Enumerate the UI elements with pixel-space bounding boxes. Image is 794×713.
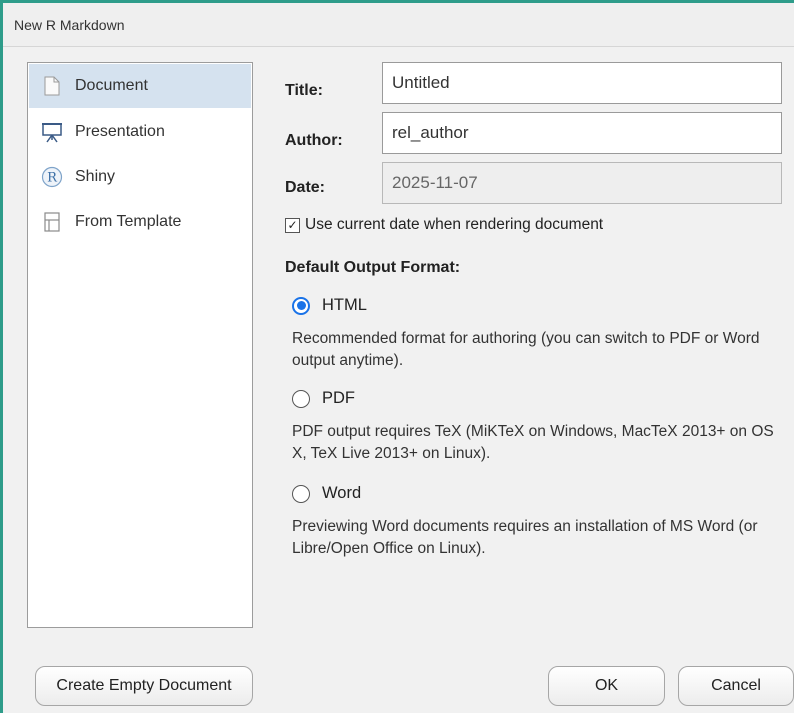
template-icon <box>41 211 63 233</box>
pdf-radio[interactable] <box>292 389 310 408</box>
sidebar-item-label: From Template <box>75 213 182 230</box>
window-title: New R Markdown <box>14 17 125 33</box>
title-field[interactable]: Untitled <box>382 62 782 104</box>
sidebar-item-label: Presentation <box>75 123 165 140</box>
format-label: PDF <box>322 389 355 407</box>
html-radio[interactable] <box>292 296 310 315</box>
sidebar-item-from-template[interactable]: From Template <box>29 200 251 244</box>
format-option-html[interactable]: HTML <box>292 296 367 315</box>
shiny-r-icon: R <box>41 166 63 188</box>
svg-text:R: R <box>47 171 58 186</box>
author-field[interactable]: rel_author <box>382 112 782 154</box>
use-current-date-checkbox[interactable]: ✓ <box>285 217 300 233</box>
title-bar[interactable]: New R Markdown <box>3 3 794 47</box>
new-r-markdown-dialog: New R Markdown Document Presentation R S… <box>0 0 794 713</box>
sidebar-item-label: Shiny <box>75 168 116 185</box>
format-description: Recommended format for authoring (you ca… <box>292 330 760 369</box>
date-field[interactable]: 2025-11-07 <box>382 162 782 204</box>
create-empty-document-button[interactable]: Create Empty Document <box>35 666 253 706</box>
format-label: Word <box>322 484 362 502</box>
word-radio[interactable] <box>292 484 310 503</box>
presentation-icon <box>41 121 63 143</box>
use-current-date-option[interactable]: ✓ Use current date when rendering docume… <box>285 216 603 234</box>
use-current-date-label: Use current date when rendering document <box>305 216 604 233</box>
sidebar-item-presentation[interactable]: Presentation <box>29 110 251 154</box>
author-label: Author: <box>285 132 343 149</box>
format-description: Previewing Word documents requires an in… <box>292 518 758 557</box>
document-icon <box>41 75 63 97</box>
sidebar-item-document[interactable]: Document <box>29 64 251 108</box>
output-format-heading: Default Output Format: <box>285 259 461 276</box>
ok-button[interactable]: OK <box>548 666 665 706</box>
format-description: PDF output requires TeX (MiKTeX on Windo… <box>292 423 774 462</box>
date-label: Date: <box>285 179 326 196</box>
sidebar-item-label: Document <box>75 77 148 94</box>
sidebar-item-shiny[interactable]: R Shiny <box>29 155 251 199</box>
document-type-list: Document Presentation R Shiny From Templ… <box>27 62 253 628</box>
cancel-button[interactable]: Cancel <box>678 666 794 706</box>
title-label: Title: <box>285 82 323 99</box>
format-label: HTML <box>322 296 367 314</box>
format-option-pdf[interactable]: PDF <box>292 389 355 408</box>
format-option-word[interactable]: Word <box>292 484 361 503</box>
